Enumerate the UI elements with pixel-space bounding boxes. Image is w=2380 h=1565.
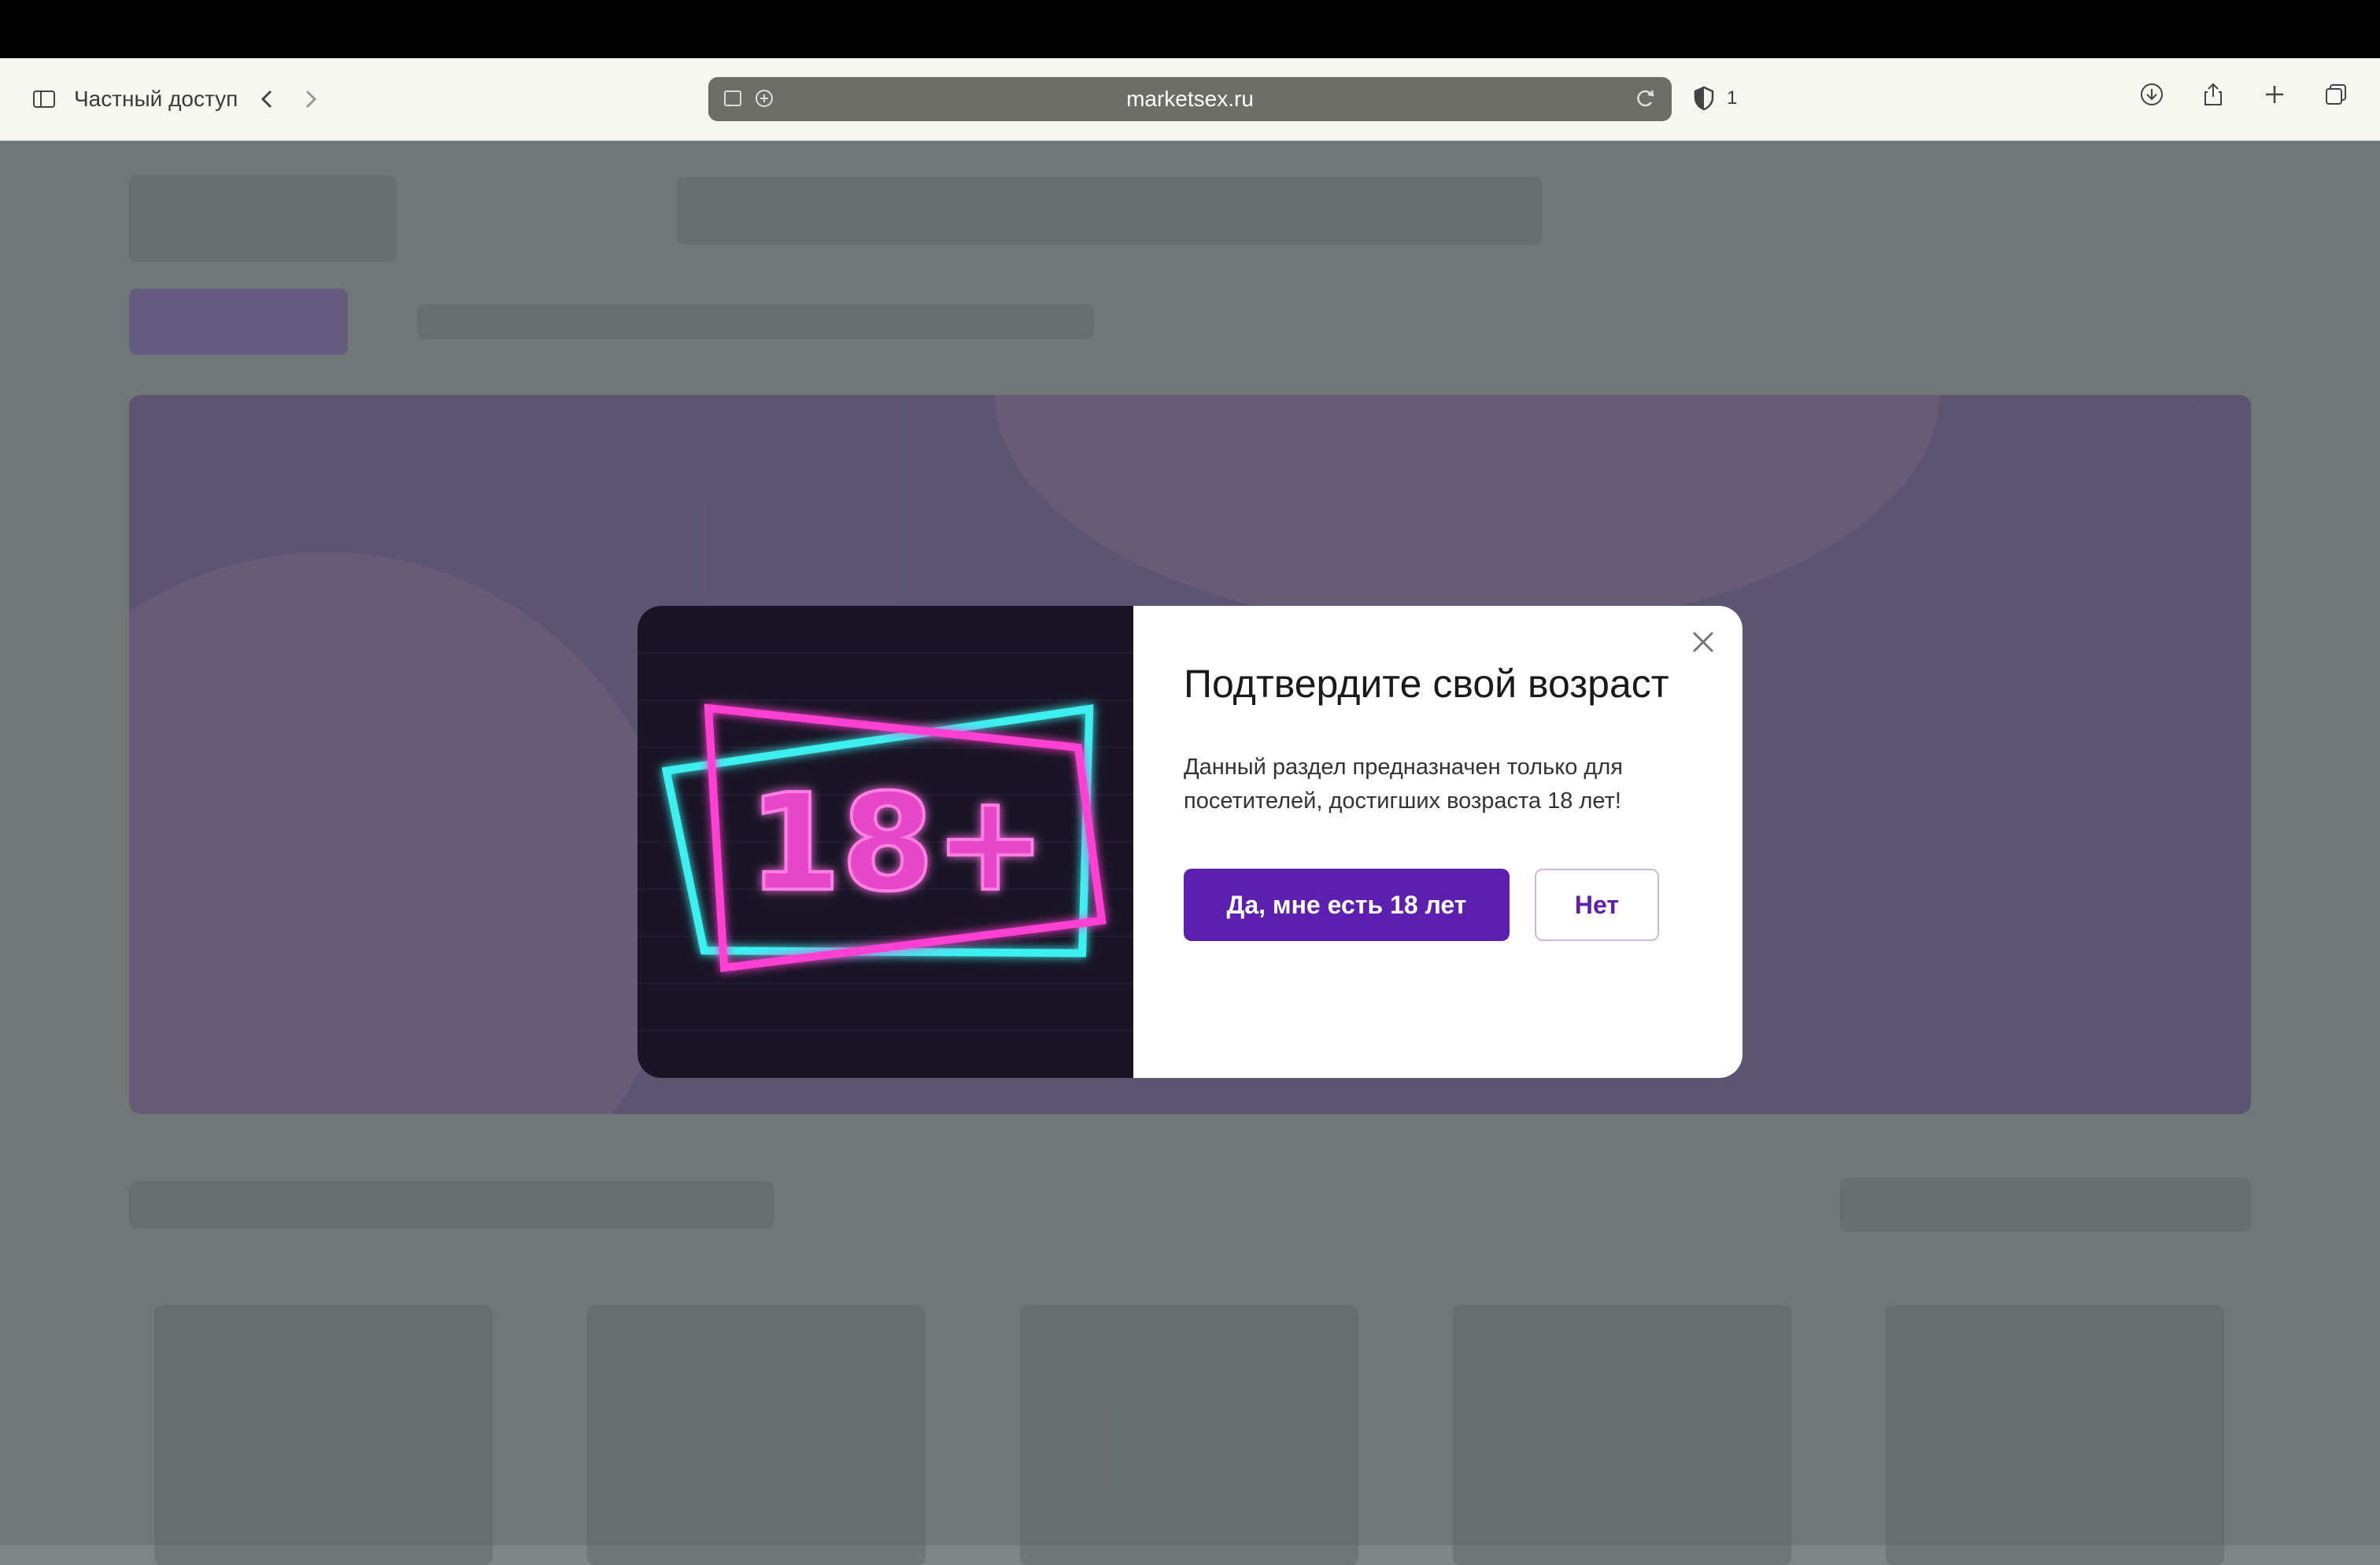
deny-age-button[interactable]: Нет [1535, 869, 1659, 941]
sidebar-icon[interactable] [31, 87, 57, 112]
modal-title: Подтвердите свой возраст [1184, 662, 1669, 706]
share-icon[interactable] [2201, 82, 2226, 107]
reader-icon[interactable] [722, 88, 743, 109]
new-tab-icon[interactable] [2262, 82, 2287, 107]
reload-icon[interactable] [1634, 87, 1658, 110]
browser-toolbar: Частный доступ marketsex.ru 1 [0, 58, 2380, 141]
back-icon[interactable] [255, 87, 280, 112]
tab-overview-icon[interactable] [2323, 82, 2349, 107]
address-bar[interactable]: marketsex.ru [708, 77, 1672, 121]
tracker-count: 1 [1727, 87, 1738, 109]
modal-content: Подтвердите свой возраст Данный раздел п… [1133, 606, 1743, 1078]
confirm-age-button[interactable]: Да, мне есть 18 лет [1184, 869, 1510, 941]
age-badge-illustration: 18+ [638, 606, 1133, 1078]
extensions-icon[interactable] [754, 88, 774, 109]
downloads-icon[interactable] [2139, 82, 2164, 107]
url-text: marketsex.ru [1126, 87, 1254, 111]
privacy-shield-icon[interactable] [1692, 85, 1716, 112]
system-menubar [0, 0, 2380, 58]
age-badge-text: 18+ [748, 766, 1046, 921]
modal-description: Данный раздел предназначен только для по… [1184, 755, 1623, 814]
age-verification-modal: 18+ Подтвердите свой возраст Данный разд… [638, 606, 1743, 1078]
forward-icon[interactable] [298, 87, 323, 112]
close-icon[interactable] [1687, 626, 1719, 658]
private-browsing-label: Частный доступ [74, 87, 238, 111]
